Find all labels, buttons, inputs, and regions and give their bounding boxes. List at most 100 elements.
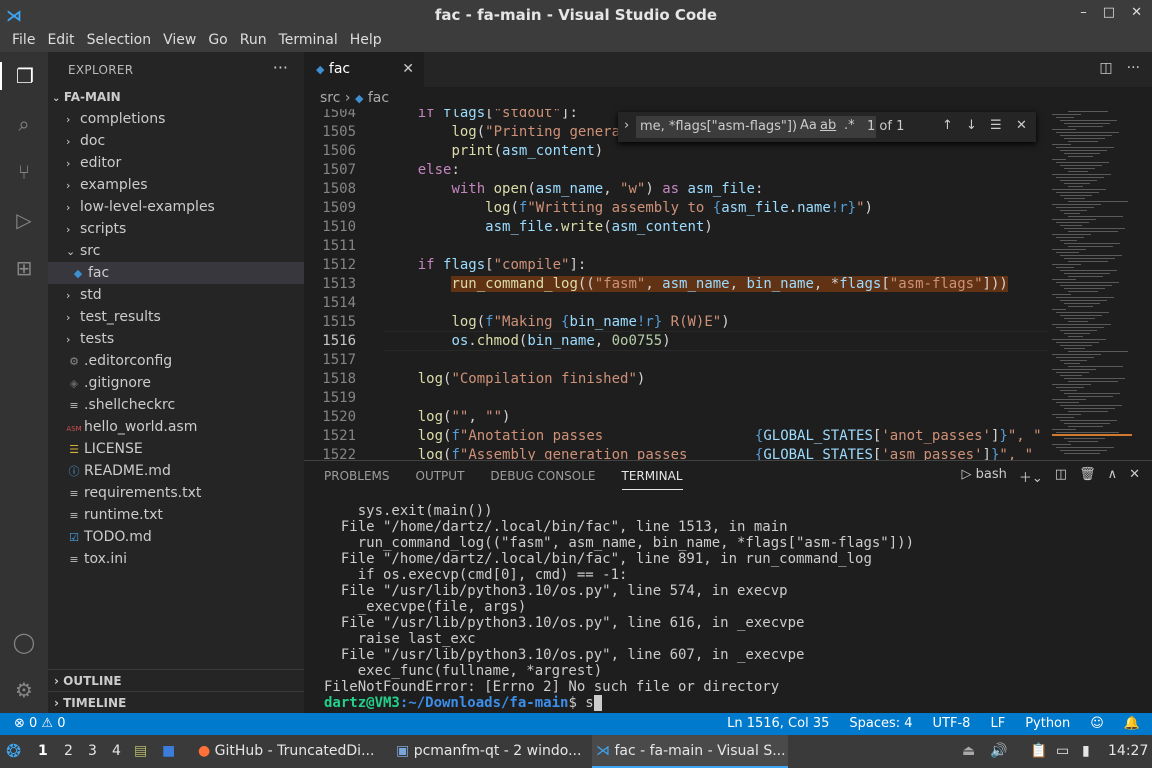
- power-tray-icon[interactable]: ▮: [1082, 735, 1090, 768]
- search-icon[interactable]: ⌕: [10, 110, 38, 138]
- cursor-position[interactable]: Ln 1516, Col 35: [727, 713, 829, 735]
- whole-word-button[interactable]: ab: [820, 118, 836, 133]
- task-pcmanfm[interactable]: ▣ pcmanfm-qt - 2 windo...: [392, 735, 588, 768]
- tree-item-src[interactable]: ⌄ src: [48, 240, 304, 262]
- breadcrumb-folder[interactable]: src: [320, 90, 340, 106]
- workspace-3[interactable]: 3: [88, 735, 97, 768]
- tree-item-editor[interactable]: › editor: [48, 152, 304, 174]
- tree-item-requirements-txt[interactable]: ≡ requirements.txt: [48, 482, 304, 504]
- language-mode[interactable]: Python: [1025, 713, 1070, 735]
- tree-item-label: LICENSE: [84, 441, 143, 457]
- account-icon[interactable]: ◯: [10, 628, 38, 656]
- terminal-output[interactable]: sys.exit(main()) File "/home/dartz/.loca…: [324, 503, 914, 711]
- tab-fac[interactable]: ◆ fac ✕: [304, 52, 424, 87]
- notifications-bell-icon[interactable]: 🔔: [1124, 713, 1140, 735]
- find-in-selection-icon[interactable]: ☰: [990, 118, 1002, 133]
- timeline-section[interactable]: › TIMELINE: [48, 691, 304, 713]
- menu-run[interactable]: Run: [234, 30, 273, 52]
- source-control-icon[interactable]: ⑂: [10, 158, 38, 186]
- close-window-button[interactable]: ✕: [1131, 5, 1142, 20]
- regex-button[interactable]: .*: [844, 118, 855, 133]
- minimap[interactable]: [1048, 109, 1152, 460]
- tab-problems[interactable]: PROBLEMS: [324, 469, 390, 490]
- menu-help[interactable]: Help: [344, 30, 388, 52]
- find-input[interactable]: me, *flags["asm-flags"]): [636, 116, 876, 138]
- chevron-right-icon: ›: [66, 289, 71, 302]
- tree-item--gitignore[interactable]: ◈ .gitignore: [48, 372, 304, 394]
- usb-tray-icon[interactable]: ⏏: [962, 735, 975, 768]
- run-debug-icon[interactable]: ▷: [10, 206, 38, 234]
- menu-edit[interactable]: Edit: [41, 30, 80, 52]
- workspace-4[interactable]: 4: [112, 735, 121, 768]
- terminal-line: _execvpe(file, args): [324, 599, 527, 615]
- line-ending[interactable]: LF: [990, 713, 1005, 735]
- maximize-panel-icon[interactable]: ∧: [1108, 467, 1118, 486]
- clipboard-tray-icon[interactable]: 📋: [1030, 735, 1047, 768]
- tree-item--shellcheckrc[interactable]: ≡ .shellcheckrc: [48, 394, 304, 416]
- tab-debug-console[interactable]: DEBUG CONSOLE: [490, 469, 595, 490]
- next-match-icon[interactable]: ↓: [966, 118, 977, 133]
- workspace-2[interactable]: 2: [64, 735, 73, 768]
- terminal-shell-selector[interactable]: ▷ bash: [961, 467, 1006, 486]
- problems-status[interactable]: ⊗ 0 ⚠ 0: [14, 713, 66, 735]
- match-case-button[interactable]: Aa: [800, 118, 817, 133]
- tree-item-std[interactable]: › std: [48, 284, 304, 306]
- more-actions-icon[interactable]: ···: [1127, 60, 1140, 76]
- menu-view[interactable]: View: [157, 30, 202, 52]
- task-vscode[interactable]: ⋊ fac - fa-main - Visual S...: [592, 735, 788, 768]
- tree-item-runtime-txt[interactable]: ≡ runtime.txt: [48, 504, 304, 526]
- task-firefox[interactable]: ● GitHub - TruncatedDi...: [194, 735, 384, 768]
- tab-close-button[interactable]: ✕: [402, 52, 414, 87]
- tree-item-low-level-examples[interactable]: › low-level-examples: [48, 196, 304, 218]
- close-panel-icon[interactable]: ✕: [1129, 467, 1140, 486]
- previous-match-icon[interactable]: ↑: [942, 118, 953, 133]
- tree-item-readme-md[interactable]: ⓘ README.md: [48, 460, 304, 482]
- outline-section[interactable]: › OUTLINE: [48, 669, 304, 691]
- tree-item-scripts[interactable]: › scripts: [48, 218, 304, 240]
- tree-item-examples[interactable]: › examples: [48, 174, 304, 196]
- menu-file[interactable]: File: [6, 30, 41, 52]
- menu-terminal[interactable]: Terminal: [273, 30, 344, 52]
- tab-terminal[interactable]: TERMINAL: [621, 469, 683, 490]
- settings-gear-icon[interactable]: ⚙: [10, 676, 38, 704]
- network-tray-icon[interactable]: ▭: [1056, 735, 1069, 768]
- tree-item-tox-ini[interactable]: ≡ tox.ini: [48, 548, 304, 570]
- tree-item-doc[interactable]: › doc: [48, 130, 304, 152]
- clock[interactable]: 14:27: [1108, 735, 1148, 768]
- menu-selection[interactable]: Selection: [81, 30, 158, 52]
- feedback-icon[interactable]: ☺: [1090, 713, 1104, 735]
- explorer-icon[interactable]: ❐: [0, 62, 48, 90]
- tree-item-license[interactable]: ☰ LICENSE: [48, 438, 304, 460]
- volume-tray-icon[interactable]: 🔊: [990, 735, 1007, 768]
- extensions-icon[interactable]: ⊞: [10, 254, 38, 282]
- tree-item-completions[interactable]: › completions: [48, 108, 304, 130]
- breadcrumb-file[interactable]: fac: [368, 90, 389, 106]
- tree-item-todo-md[interactable]: ☑ TODO.md: [48, 526, 304, 548]
- encoding[interactable]: UTF-8: [933, 713, 971, 735]
- close-find-icon[interactable]: ✕: [1016, 118, 1027, 133]
- tree-item--editorconfig[interactable]: ⚙ .editorconfig: [48, 350, 304, 372]
- tree-item-fac[interactable]: ◆ fac: [48, 262, 304, 284]
- indentation[interactable]: Spaces: 4: [849, 713, 912, 735]
- tree-item-tests[interactable]: › tests: [48, 328, 304, 350]
- menu-go[interactable]: Go: [202, 30, 233, 52]
- toggle-replace-icon[interactable]: ›: [624, 118, 629, 133]
- chevron-right-icon: ›: [66, 113, 71, 126]
- tree-item-hello-world-asm[interactable]: ASM hello_world.asm: [48, 416, 304, 438]
- split-editor-icon[interactable]: ◫: [1099, 60, 1112, 76]
- explorer-more-button[interactable]: ···: [273, 58, 288, 77]
- kill-terminal-icon[interactable]: 🗑: [1079, 467, 1096, 486]
- tree-item-test-results[interactable]: › test_results: [48, 306, 304, 328]
- maximize-button[interactable]: □: [1103, 5, 1115, 20]
- terminal-prompt[interactable]: dartz@VM3:~/Downloads/fa-main$ s: [324, 695, 914, 711]
- desktop-launcher-icon[interactable]: ■: [162, 735, 175, 768]
- minimize-button[interactable]: –: [1080, 5, 1087, 20]
- start-menu-icon[interactable]: ❂: [6, 735, 21, 768]
- workspace-1[interactable]: 1: [38, 735, 48, 768]
- new-terminal-icon[interactable]: ＋⌄: [1019, 467, 1043, 486]
- workspace-root[interactable]: ⌄ FA-MAIN: [52, 90, 121, 104]
- split-terminal-icon[interactable]: ◫: [1055, 467, 1067, 486]
- code-editor[interactable]: 1504 1505 1506 1507 1508 1509 1510 1511 1512 1513…: [304, 109, 1048, 460]
- tab-output[interactable]: OUTPUT: [416, 469, 465, 490]
- file-manager-launcher-icon[interactable]: ▤: [134, 735, 147, 768]
